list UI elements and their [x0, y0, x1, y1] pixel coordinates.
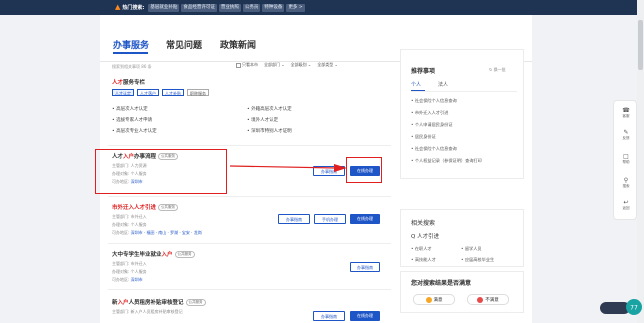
- recommend-card: 推荐事项 ↻ 换一批 个人 法人 • 社会保险个人信息查询 • 市外迁入人才引进…: [400, 49, 524, 179]
- dept-select[interactable]: 全部部门 ⌄: [264, 62, 285, 68]
- guide-button[interactable]: 办事指南: [278, 214, 310, 224]
- result-area: 可办地区: 深圳市: [112, 277, 143, 282]
- result-target: 办理对象: 个人服务: [112, 269, 147, 274]
- zone-link[interactable]: • 境外人才认定: [247, 117, 278, 123]
- online-handle-button[interactable]: 在线办理: [350, 311, 380, 321]
- divider: [108, 196, 391, 197]
- recommend-item[interactable]: • 个人申请居民身份证: [411, 122, 453, 128]
- float-toolbar: ☎ 客服 ✎ 反馈 □ 帮助 ⚲ 搜索 ↩ 返回: [613, 100, 637, 220]
- zone-tab[interactable]: 人才认定: [112, 89, 134, 96]
- feedback-card: 您对搜索结果是否满意 满意 不满意: [400, 271, 524, 313]
- unsatisfied-button[interactable]: 不满意: [467, 294, 509, 305]
- talent-zone-title: 人才服务专栏: [112, 80, 146, 86]
- result-dept: 主管部门: 市外迁入: [112, 214, 147, 219]
- related-item[interactable]: • 高技能人才: [411, 257, 436, 263]
- result-count: 搜索到相关事项 86 条: [112, 64, 152, 69]
- float-item[interactable]: ↩ 返回: [614, 199, 638, 211]
- zone-tab[interactable]: 人才补贴: [162, 89, 184, 96]
- hot-tag[interactable]: 基层就业补贴: [148, 3, 180, 12]
- tab-faq[interactable]: 常见问题: [166, 38, 202, 51]
- float-item[interactable]: □ 帮助: [614, 153, 638, 165]
- related-item[interactable]: • 在职人才: [411, 246, 432, 252]
- refresh-link[interactable]: ↻ 换一批: [489, 67, 506, 73]
- guide-button[interactable]: 办事指南: [350, 262, 380, 272]
- recommend-item[interactable]: • 居民身份证: [411, 134, 436, 140]
- guide-button[interactable]: 办事指南: [313, 311, 345, 321]
- recommend-item[interactable]: • 社会保险个人信息查询: [411, 98, 457, 104]
- result-title[interactable]: 新入户人员租房补贴审核登记 公共服务: [112, 298, 206, 306]
- float-item[interactable]: ⚲ 搜索: [614, 177, 638, 189]
- type-select[interactable]: 全部类型 ⌄: [317, 62, 338, 68]
- zone-link[interactable]: • 深圳市特别人才证明: [247, 128, 292, 134]
- satisfied-button[interactable]: 满意: [413, 294, 455, 305]
- tab-underline: [113, 52, 148, 54]
- top-bar: ▲ 热门搜索: 基层就业补贴 食品经营许可证 营业执照 公务员 特种设备 更多 …: [0, 0, 644, 15]
- recommend-item[interactable]: • 市外迁入人才引进: [411, 110, 448, 116]
- result-dept: 主管部门: 市外迁入: [112, 261, 147, 266]
- zone-tab[interactable]: 人才落户: [137, 89, 159, 96]
- related-title: 相关搜索: [411, 220, 436, 227]
- network-value: 77: [630, 305, 638, 312]
- result-dept: 主管部门: 新入户人员租房补贴审核登记: [112, 309, 183, 314]
- highlight-box: [95, 149, 227, 194]
- feedback-title: 您对搜索结果是否满意: [411, 280, 472, 287]
- divider: [108, 289, 391, 290]
- recommend-title: 推荐事项: [411, 68, 436, 75]
- back-icon: ↩: [623, 199, 629, 206]
- level-select[interactable]: 全部级别 ⌄: [291, 62, 312, 68]
- result-target: 办理对象: 个人服务: [112, 222, 147, 227]
- mobile-handle-button[interactable]: 手机办理: [314, 214, 346, 224]
- fire-icon: ▲: [115, 3, 121, 11]
- talent-zone-tabs: 人才认定 人才落户 人才补贴 职称服务: [112, 89, 209, 96]
- float-item[interactable]: ✎ 反馈: [614, 129, 638, 141]
- divider: [108, 243, 391, 244]
- hot-tag[interactable]: 食品经营许可证: [181, 3, 217, 12]
- related-card: 相关搜索 Q 人才引进 • 在职人才 • 留学人员 • 高技能人才 • 应届高校…: [400, 209, 524, 267]
- related-item[interactable]: • 留学人员: [461, 246, 482, 252]
- smile-icon: [425, 296, 432, 303]
- tab-news[interactable]: 政策新闻: [220, 38, 256, 51]
- hot-search: ▲ 热门搜索: 基层就业补贴 食品经营许可证 营业执照 公务员 特种设备 更多 …: [115, 3, 305, 12]
- hot-tag[interactable]: 营业执照: [218, 3, 241, 12]
- service-icon: ☎: [622, 107, 630, 114]
- arrow-right-icon: [230, 164, 347, 172]
- tab-personal[interactable]: 个人: [411, 81, 421, 88]
- zone-tab[interactable]: 职称服务: [187, 89, 209, 96]
- highlight-box: [346, 157, 382, 183]
- result-title[interactable]: 市外迁入人才引进 公共服务: [112, 203, 179, 211]
- frown-icon: [477, 296, 484, 303]
- zone-link[interactable]: • 外籍高层次人才认定: [247, 106, 292, 112]
- result-area: 可办地区: 深圳市 · 福田 · 南山 · 罗湖 · 宝安 · 龙岗: [112, 230, 202, 235]
- search-icon: ⚲: [623, 177, 629, 184]
- hot-tag[interactable]: 公务员: [242, 3, 261, 12]
- related-query[interactable]: Q 人才引进: [411, 232, 439, 240]
- recommend-item[interactable]: • 个人权益记录（参保证明）查询打印: [411, 158, 482, 164]
- online-handle-button[interactable]: 在线办理: [350, 214, 380, 224]
- zone-link[interactable]: • 高层次专业人才认定: [112, 128, 157, 134]
- filters: 只看本市 全部部门 ⌄ 全部级别 ⌄ 全部类型 ⌄: [236, 62, 338, 68]
- help-icon: □: [623, 153, 629, 160]
- hot-search-label: 热门搜索:: [122, 5, 145, 11]
- local-only-checkbox[interactable]: 只看本市: [236, 62, 258, 68]
- divider: [411, 91, 517, 92]
- hot-tag-more[interactable]: 更多 >: [286, 3, 305, 12]
- tab-services[interactable]: 办事服务: [113, 38, 149, 51]
- result-title[interactable]: 大中专学生毕业就业入户 公共服务: [112, 250, 195, 258]
- related-item[interactable]: • 应届高校毕业生: [461, 257, 494, 263]
- zone-link[interactable]: • 选拔专家人才申请: [112, 117, 152, 123]
- scrollbar-thumb[interactable]: [638, 20, 643, 70]
- network-speed-widget: 77: [600, 299, 642, 315]
- divider: [108, 145, 391, 146]
- tab-legal[interactable]: 法人: [438, 81, 448, 88]
- hot-tag[interactable]: 特种设备: [262, 3, 285, 12]
- feedback-icon: ✎: [623, 129, 629, 136]
- float-item[interactable]: ☎ 客服: [614, 107, 638, 119]
- recommend-item[interactable]: • 社会保险个人信息查询: [411, 146, 457, 152]
- zone-link[interactable]: • 高层次人才认定: [112, 106, 148, 112]
